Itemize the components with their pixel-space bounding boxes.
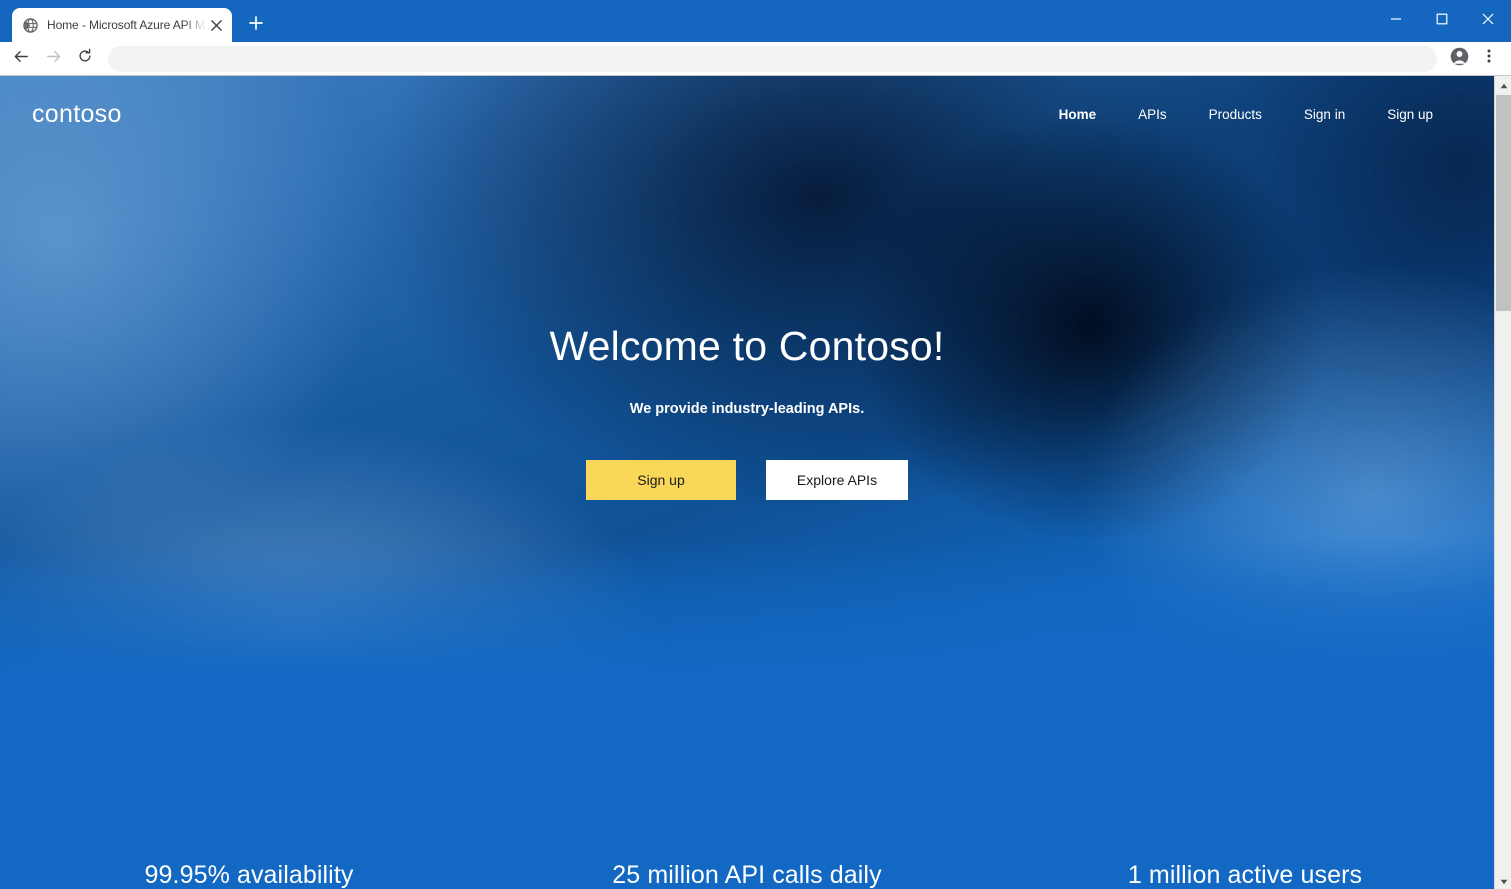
scroll-up-arrow-icon <box>1500 76 1508 94</box>
tab-title: Home - Microsoft Azure API Management - … <box>47 18 206 32</box>
main-navigation: Home APIs Products Sign in Sign up <box>1038 101 1454 128</box>
nav-item-apis[interactable]: APIs <box>1117 101 1188 128</box>
browser-title-bar: Home - Microsoft Azure API Management - … <box>0 0 1511 42</box>
plus-icon <box>249 15 263 35</box>
hero-title: Welcome to Contoso! <box>549 323 945 369</box>
window-controls <box>1373 0 1511 42</box>
back-button[interactable] <box>6 45 36 73</box>
nav-item-home[interactable]: Home <box>1038 101 1118 128</box>
maximize-button[interactable] <box>1419 5 1465 37</box>
stat-value: 99.95% availability <box>144 861 354 889</box>
stats-section: 99.95% availability Our APIs can be used… <box>0 754 1494 889</box>
new-tab-button[interactable] <box>242 11 270 39</box>
site-header: contoso Home APIs Products Sign in Sign … <box>0 76 1494 152</box>
minimize-button[interactable] <box>1373 5 1419 37</box>
nav-item-sign-up[interactable]: Sign up <box>1366 101 1454 128</box>
explore-apis-button[interactable]: Explore APIs <box>766 460 908 501</box>
stat-api-calls: 25 million API calls daily Our APIs defi… <box>498 754 996 889</box>
scroll-down-arrow-icon <box>1500 872 1508 889</box>
browser-window: Home - Microsoft Azure API Management - … <box>0 0 1511 889</box>
reload-button[interactable] <box>70 45 100 73</box>
nav-item-sign-in[interactable]: Sign in <box>1283 101 1366 128</box>
scrollbar-thumb[interactable] <box>1496 95 1511 311</box>
forward-arrow-icon <box>45 48 62 70</box>
globe-icon <box>22 17 39 34</box>
three-dot-menu-icon <box>1481 48 1497 69</box>
minimize-icon <box>1390 12 1402 30</box>
hero-subtitle: We provide industry-leading APIs. <box>629 401 865 418</box>
page-scrollbar[interactable] <box>1494 76 1511 889</box>
stat-value: 1 million active users <box>1127 861 1363 889</box>
close-window-button[interactable] <box>1465 5 1511 37</box>
sign-up-button[interactable]: Sign up <box>586 460 736 501</box>
stat-active-users: 1 million active users Millions of peopl… <box>996 754 1494 889</box>
browser-tab[interactable]: Home - Microsoft Azure API Management - … <box>12 8 232 42</box>
stat-value: 25 million API calls daily <box>612 861 882 889</box>
close-icon <box>1482 12 1494 30</box>
address-bar[interactable] <box>108 45 1437 72</box>
nav-item-products[interactable]: Products <box>1188 101 1283 128</box>
stat-availability: 99.95% availability Our APIs can be used… <box>0 754 498 889</box>
hero-cta-row: Sign up Explore APIs <box>0 460 1494 501</box>
page-viewport: contoso Home APIs Products Sign in Sign … <box>0 76 1511 889</box>
profile-button[interactable] <box>1445 45 1473 73</box>
reload-icon <box>77 48 93 69</box>
back-arrow-icon <box>13 48 30 70</box>
account-avatar-icon <box>1449 46 1470 72</box>
scroll-up-button[interactable] <box>1495 76 1511 93</box>
developer-portal-page: contoso Home APIs Products Sign in Sign … <box>0 76 1494 889</box>
scroll-down-button[interactable] <box>1495 872 1511 889</box>
site-logo[interactable]: contoso <box>32 101 122 127</box>
browser-menu-button[interactable] <box>1475 45 1503 73</box>
forward-button <box>38 45 68 73</box>
close-icon[interactable] <box>208 17 224 33</box>
browser-toolbar <box>0 42 1511 76</box>
maximize-icon <box>1436 12 1448 30</box>
